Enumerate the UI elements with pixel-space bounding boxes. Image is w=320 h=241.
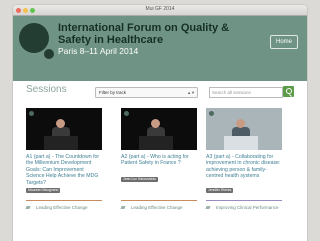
- session-title-link[interactable]: A1 (part a) - The Countdown for the Mill…: [26, 154, 102, 186]
- session-title-link[interactable]: A3 (part a) - Collaborating for improvem…: [206, 154, 282, 180]
- session-card[interactable]: A1 (part a) - The Countdown for the Mill…: [25, 108, 102, 218]
- podium: [44, 136, 78, 150]
- site-header: International Forum on Quality & Safety …: [13, 16, 307, 82]
- video-thumbnail[interactable]: [121, 108, 197, 150]
- tag-icon: [25, 206, 31, 210]
- track-tag-label: Leading Effective Change: [36, 205, 88, 210]
- tag-icon: [205, 206, 211, 210]
- speaker-badge: Maureen Bisognano: [26, 188, 61, 193]
- speaker-head: [56, 119, 65, 128]
- forum-title: International Forum on Quality & Safety …: [58, 22, 230, 46]
- session-card[interactable]: A3 (part a) - Collaborating for improvem…: [205, 108, 282, 218]
- track-filter-select[interactable]: Filter by track ▲▼: [95, 87, 198, 98]
- podium: [224, 136, 258, 150]
- track-color-bar: [121, 200, 197, 201]
- window-title: Mui GF 2014: [145, 6, 175, 12]
- track-tag-label: Leading Effective Change: [131, 205, 183, 210]
- track-tag[interactable]: Improving Clinical Performance: [205, 205, 279, 210]
- select-arrows-icon: ▲▼: [187, 90, 195, 95]
- title-bar: Mui GF 2014: [13, 5, 307, 16]
- search-input[interactable]: Search all sessions: [209, 87, 283, 98]
- speaker-badge: Jennifer Rienks: [206, 188, 234, 193]
- track-filter-label: Filter by track: [99, 90, 127, 95]
- video-thumbnail[interactable]: [206, 108, 282, 150]
- forum-logo-dot-icon: [43, 48, 55, 60]
- forum-watermark-icon: [29, 111, 34, 116]
- forum-watermark-icon: [209, 111, 214, 116]
- speaker-head: [151, 119, 160, 128]
- session-card[interactable]: A2 (part a) - Who is acting for Patient …: [120, 108, 197, 218]
- track-tag[interactable]: Leading Effective Change: [120, 205, 183, 210]
- track-tag-label: Improving Clinical Performance: [216, 205, 279, 210]
- browser-window: Mui GF 2014 International Forum on Quali…: [13, 5, 307, 241]
- session-title-link[interactable]: A2 (part a) - Who is acting for Patient …: [121, 154, 197, 167]
- track-color-bar: [206, 200, 282, 201]
- tag-icon: [120, 206, 126, 210]
- speaker-head: [236, 119, 245, 128]
- forum-dates: Paris 8–11 April 2014: [58, 46, 139, 56]
- search-button[interactable]: [283, 86, 294, 97]
- video-thumbnail[interactable]: [26, 108, 102, 150]
- home-button[interactable]: Home: [269, 35, 298, 49]
- podium: [139, 136, 173, 150]
- track-tag[interactable]: Leading Effective Change: [25, 205, 88, 210]
- speaker-badge: Jean-Luc Harousseau: [121, 177, 159, 182]
- track-color-bar: [26, 200, 102, 201]
- page-title: Sessions: [26, 84, 67, 95]
- main-content: Sessions Filter by track ▲▼ Search all s…: [13, 81, 307, 241]
- forum-watermark-icon: [124, 111, 129, 116]
